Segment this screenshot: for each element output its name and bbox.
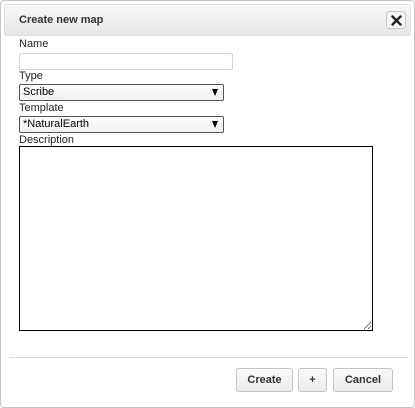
add-button[interactable]: +	[298, 368, 327, 392]
cancel-button[interactable]: Cancel	[333, 368, 393, 392]
template-select-value: *NaturalEarth	[23, 118, 90, 130]
type-select[interactable]: Scribe	[19, 84, 224, 101]
name-label: Name	[19, 38, 49, 50]
template-select[interactable]: *NaturalEarth	[19, 116, 224, 133]
dropdown-arrow-icon	[212, 121, 218, 128]
dialog-title: Create new map	[19, 14, 104, 26]
template-label: Template	[19, 102, 64, 114]
create-button[interactable]: Create	[236, 368, 293, 392]
type-select-value: Scribe	[23, 86, 55, 98]
description-label: Description	[19, 134, 75, 146]
dropdown-arrow-icon	[212, 89, 218, 96]
footer-divider	[9, 357, 408, 358]
name-input[interactable]	[19, 53, 233, 70]
type-label: Type	[19, 70, 43, 82]
description-textarea[interactable]	[19, 146, 373, 331]
dialog-titlebar[interactable]: Create new map	[4, 4, 411, 36]
close-icon	[391, 15, 402, 26]
close-button[interactable]	[386, 11, 406, 29]
create-map-dialog: Create new map Name Type Scribe Template…	[0, 0, 415, 408]
